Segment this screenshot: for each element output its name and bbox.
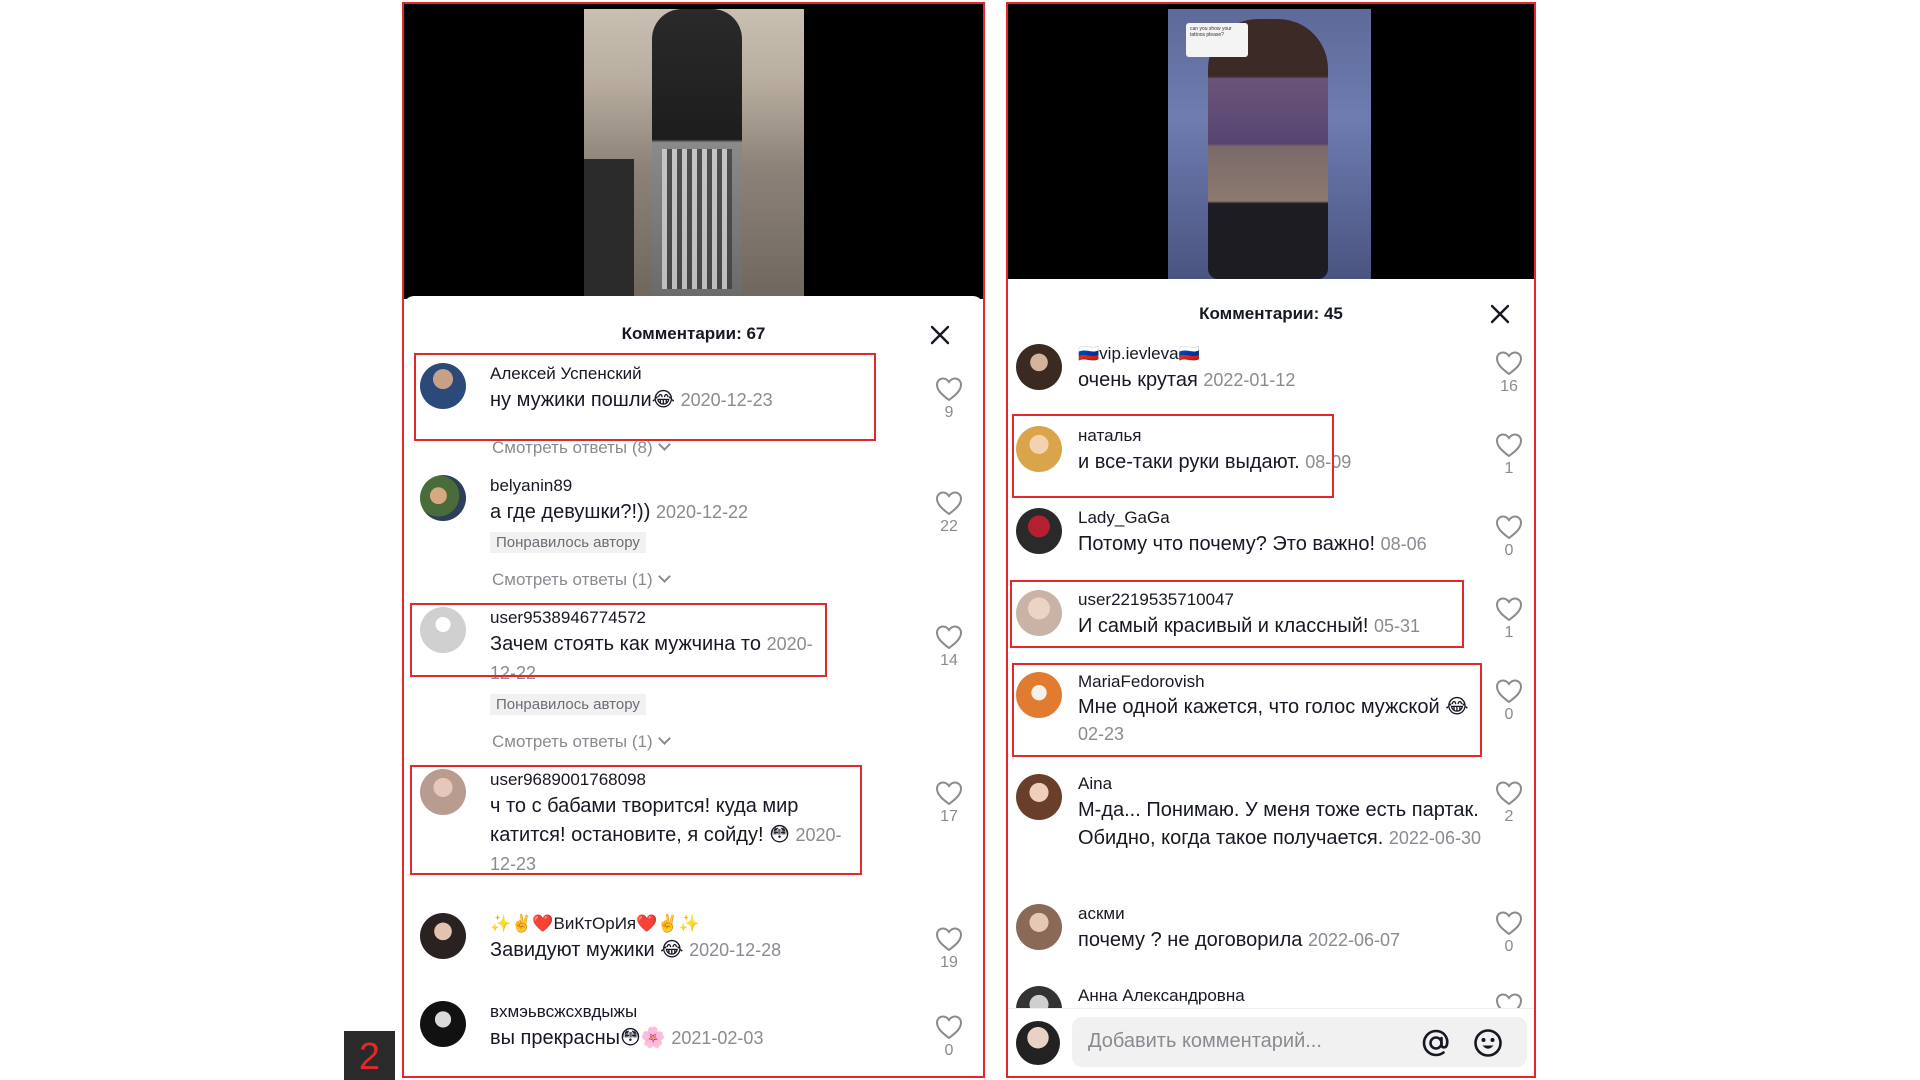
- comment-text: И самый красивый и классный! 05-31: [1078, 615, 1421, 637]
- like-button[interactable]: 19: [931, 926, 967, 972]
- chevron-down-icon: [657, 732, 671, 745]
- liked-by-author-badge: Понравилось автору: [490, 532, 646, 553]
- comments-sheet-right: Комментарии: 45 🇷🇺vip.ievleva🇷🇺 очень кр…: [1008, 284, 1534, 1076]
- comment-input-placeholder: Добавить комментарий...: [1088, 1030, 1322, 1052]
- avatar[interactable]: [1016, 508, 1062, 554]
- heart-icon: [1495, 515, 1523, 540]
- comment-username[interactable]: 🇷🇺vip.ievleva🇷🇺: [1078, 344, 1200, 364]
- view-replies-button[interactable]: Смотреть ответы (8): [492, 438, 671, 458]
- view-replies-button[interactable]: Смотреть ответы (1): [492, 570, 671, 590]
- page-number-badge: 2: [344, 1031, 395, 1080]
- like-button[interactable]: 14: [931, 624, 967, 670]
- avatar[interactable]: [1016, 590, 1062, 636]
- avatar[interactable]: [420, 363, 466, 409]
- avatar[interactable]: [1016, 344, 1062, 390]
- liked-by-author-badge: Понравилось автору: [490, 694, 646, 715]
- comment-username[interactable]: вхмэьвсжсхвдыжы: [490, 1002, 637, 1022]
- comments-sheet-left: Комментарии: 67 Алексей Успенский ну муж…: [404, 296, 983, 1076]
- like-button[interactable]: 17: [931, 780, 967, 826]
- heart-icon: [1495, 351, 1523, 376]
- heart-icon: [1495, 781, 1523, 806]
- avatar[interactable]: [420, 913, 466, 959]
- avatar[interactable]: [1016, 904, 1062, 950]
- comment-username[interactable]: наталья: [1078, 426, 1142, 446]
- comment-username[interactable]: ✨✌️❤️ВиКтОрИя❤️✌️✨: [490, 914, 700, 934]
- comment-username[interactable]: MariaFedorovish: [1078, 672, 1205, 692]
- avatar[interactable]: [420, 475, 466, 521]
- like-button[interactable]: 0: [1491, 678, 1527, 724]
- comment-text: М-да... Понимаю. У меня тоже есть партак…: [1078, 799, 1481, 849]
- like-button[interactable]: 22: [931, 490, 967, 536]
- comment-input-bar: Добавить комментарий...: [1008, 1008, 1534, 1076]
- heart-icon: [935, 377, 963, 402]
- heart-icon: [935, 781, 963, 806]
- video-player-left[interactable]: [404, 4, 983, 299]
- comment-username[interactable]: user2219535710047: [1078, 590, 1234, 610]
- comments-title: Комментарии: 67: [621, 324, 766, 343]
- comment-text: Потому что почему? Это важно! 08-06: [1078, 533, 1427, 555]
- avatar[interactable]: [420, 607, 466, 653]
- avatar[interactable]: [1016, 426, 1062, 472]
- comment-text: вы прекрасны😳🌸 2021-02-03: [490, 1027, 764, 1049]
- comment-username[interactable]: belyanin89: [490, 476, 572, 496]
- heart-icon: [1495, 679, 1523, 704]
- close-icon[interactable]: [928, 323, 952, 347]
- comment-username[interactable]: user9538946774572: [490, 608, 646, 628]
- emoji-icon[interactable]: [1472, 1027, 1504, 1059]
- heart-icon: [1495, 911, 1523, 936]
- video-thumbnail-right: can you show your tattoos please?: [1168, 9, 1371, 279]
- like-button[interactable]: 0: [1491, 910, 1527, 956]
- comment-username[interactable]: Анна Александровна: [1078, 986, 1245, 1006]
- close-icon[interactable]: [1488, 302, 1512, 326]
- comment-text: почему ? не договорила 2022-06-07: [1078, 929, 1401, 951]
- comment-text: Завидуют мужики 😂 2020-12-28: [490, 939, 782, 961]
- avatar[interactable]: [420, 769, 466, 815]
- avatar[interactable]: [1016, 774, 1062, 820]
- comments-title: Комментарии: 45: [1199, 304, 1343, 323]
- like-button[interactable]: 0: [1491, 514, 1527, 560]
- comment-text: очень крутая 2022-01-12: [1078, 369, 1296, 391]
- comment-input[interactable]: Добавить комментарий...: [1072, 1017, 1527, 1067]
- comment-text: Мне одной кажется, что голос мужской 😂 0…: [1078, 696, 1469, 744]
- comment-text: ч то с бабами творится! куда мир катится…: [490, 795, 842, 874]
- video-question-bubble: can you show your tattoos please?: [1186, 23, 1248, 57]
- left-screenshot-panel: Комментарии: 67 Алексей Успенский ну муж…: [402, 2, 985, 1078]
- heart-icon: [935, 625, 963, 650]
- like-button[interactable]: 1: [1491, 596, 1527, 642]
- comment-username[interactable]: аскми: [1078, 904, 1125, 924]
- right-screenshot-panel: can you show your tattoos please? Коммен…: [1006, 2, 1536, 1078]
- like-button[interactable]: 16: [1491, 350, 1527, 396]
- like-button[interactable]: 2: [1491, 780, 1527, 826]
- like-button[interactable]: 9: [931, 376, 967, 422]
- avatar[interactable]: [1016, 672, 1062, 718]
- like-button[interactable]: 0: [931, 1014, 967, 1060]
- comment-username[interactable]: Алексей Успенский: [490, 364, 642, 384]
- comment-text: и все-таки руки выдают. 08-09: [1078, 451, 1352, 473]
- video-thumbnail-left: [584, 9, 804, 299]
- comment-text: ну мужики пошли😂 2020-12-23: [490, 389, 773, 411]
- heart-icon: [935, 1015, 963, 1040]
- comment-username[interactable]: user9689001768098: [490, 770, 646, 790]
- avatar[interactable]: [420, 1001, 466, 1047]
- view-replies-button[interactable]: Смотреть ответы (1): [492, 732, 671, 752]
- chevron-down-icon: [657, 438, 671, 451]
- heart-icon: [1495, 433, 1523, 458]
- video-player-right[interactable]: can you show your tattoos please?: [1008, 4, 1534, 279]
- chevron-down-icon: [657, 570, 671, 583]
- comment-username[interactable]: Aina: [1078, 774, 1112, 794]
- like-button[interactable]: 1: [1491, 432, 1527, 478]
- comment-text: а где девушки?!)) 2020-12-22: [490, 501, 749, 523]
- current-user-avatar[interactable]: [1016, 1021, 1060, 1065]
- comment-text: Зачем стоять как мужчина то 2020-12-22: [490, 633, 813, 683]
- heart-icon: [1495, 597, 1523, 622]
- heart-icon: [935, 927, 963, 952]
- heart-icon: [935, 491, 963, 516]
- comment-username[interactable]: Lady_GaGa: [1078, 508, 1170, 528]
- at-icon[interactable]: [1420, 1027, 1452, 1059]
